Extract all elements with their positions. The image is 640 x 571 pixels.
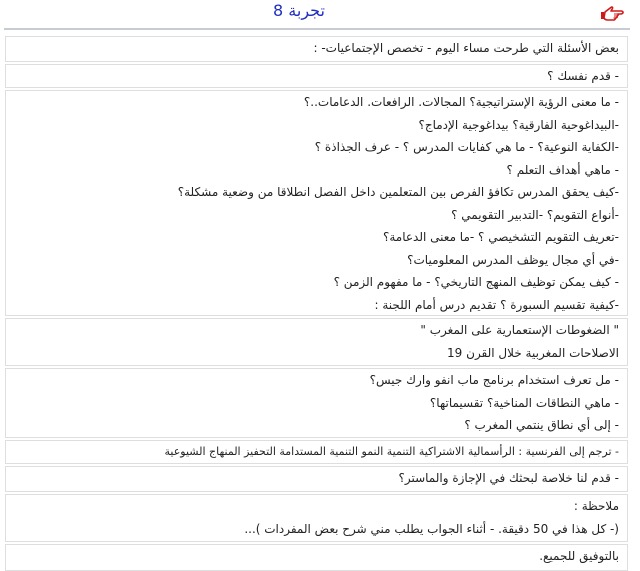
question-block-2: - ما معنى الرؤية الإستراتيجية؟ المجالات.… xyxy=(5,90,628,316)
text-line: - ترجم إلى الفرنسية : الرأسمالية الاشترا… xyxy=(164,445,620,458)
text-line: - مل تعرف استخدام برنامج ماب انفو وارك ج… xyxy=(369,373,619,387)
text-line: - ما معنى الرؤية الإستراتيجية؟ المجالات.… xyxy=(303,95,619,109)
text-line: -البيداغوحية الفارقية؟ بيداغوجية الإدماج… xyxy=(418,117,619,132)
text-line: - قدم لنا خلاصة لبحثك في الإجازة والماست… xyxy=(398,471,619,485)
text-line: -تعريف التقويم التشخيصي ؟ -ما معنى الدعا… xyxy=(383,230,619,244)
text-line: ملاحظة : xyxy=(573,499,619,513)
research-summary-block: - قدم لنا خلاصة لبحثك في الإجازة والماست… xyxy=(5,466,628,492)
page: تجربة 8 بعض الأسئلة التي طرحت مساء اليوم… xyxy=(0,0,640,571)
text-line: - كيف يمكن توظيف المنهج التاريخي؟ - ما م… xyxy=(333,275,619,289)
text-line: - ماهي أهداف التعلم ؟ xyxy=(506,162,619,177)
question-block-3: - مل تعرف استخدام برنامج ماب انفو وارك ج… xyxy=(5,368,628,438)
text-line: الاصلاحات المغربية خلال القرن 19 xyxy=(447,345,619,360)
text-line: - قدم نفسك ؟ xyxy=(547,69,619,83)
text-line: بعض الأسئلة التي طرحت مساء اليوم - تخصص … xyxy=(313,41,619,55)
text-line: بالتوفيق للجميع. xyxy=(539,549,619,563)
closing-block: بالتوفيق للجميع. xyxy=(5,544,628,571)
pointing-hand-icon xyxy=(601,6,624,21)
intro-block: بعض الأسئلة التي طرحت مساء اليوم - تخصص … xyxy=(5,36,628,62)
text-line: -في أي مجال يوظف المدرس المعلوميات؟ xyxy=(407,252,619,267)
lesson-topic-block: " الضغوطات الإستعمارية على المغرب " الاص… xyxy=(5,318,628,366)
note-block: ملاحظة : (- كل هذا في 50 دقيقة. - أثناء … xyxy=(5,494,628,542)
post-header: تجربة 8 xyxy=(4,0,630,30)
text-line: (- كل هذا في 50 دقيقة. - أثناء الجواب يط… xyxy=(244,521,619,536)
text-line: - إلى أي نطاق ينتمي المغرب ؟ xyxy=(464,418,619,432)
text-line: -كيف يحقق المدرس تكافؤ الفرص بين المتعلم… xyxy=(177,185,619,199)
text-line: " الضغوطات الإستعمارية على المغرب " xyxy=(420,323,619,337)
translation-block: - ترجم إلى الفرنسية : الرأسمالية الاشترا… xyxy=(5,440,628,464)
question-block-1: - قدم نفسك ؟ xyxy=(5,64,628,88)
text-line: -كيفية تقسيم السبورة ؟ تقديم درس أمام ال… xyxy=(374,297,619,312)
text-line: -الكفاية النوعية؟ - ما هي كفايات المدرس … xyxy=(314,140,619,154)
text-line: -أنواع التقويم؟ -التدبير التقويمي ؟ xyxy=(451,207,619,222)
post-title[interactable]: تجربة 8 xyxy=(204,1,394,20)
text-line: - ماهي النطاقات المناخية؟ تقسيماتها؟ xyxy=(429,395,619,410)
